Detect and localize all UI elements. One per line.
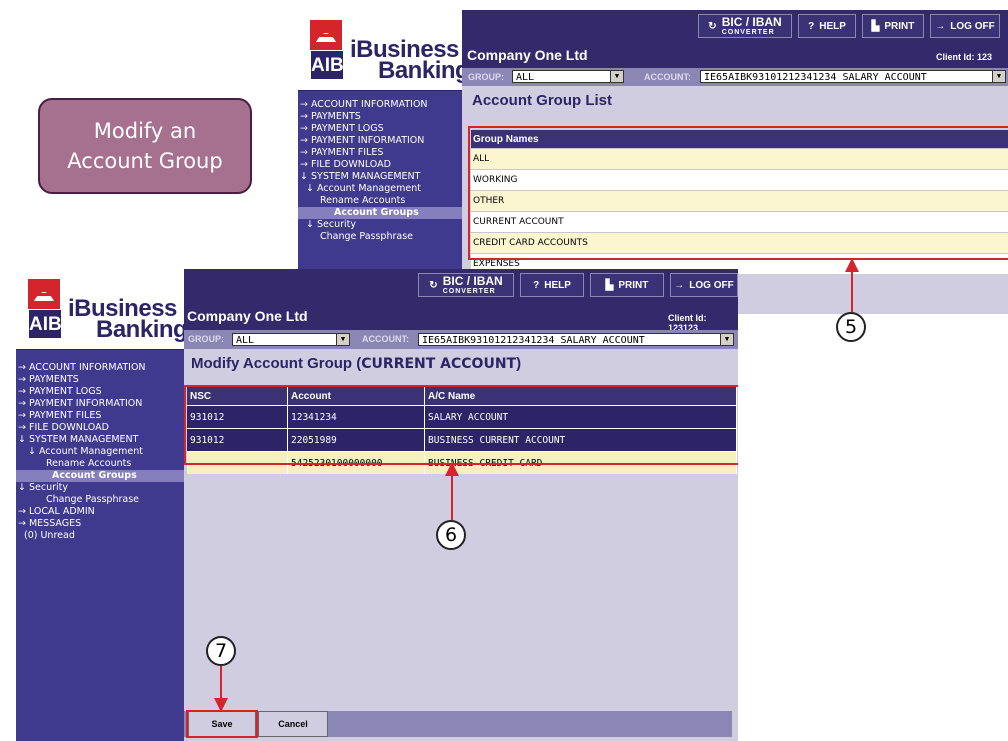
refresh-icon: ↻: [708, 20, 717, 32]
group-label: GROUP:: [188, 334, 224, 344]
bic-iban-converter-button[interactable]: ↻ BIC / IBAN CONVERTER: [698, 14, 792, 38]
arrow-right-icon: →: [935, 20, 946, 32]
sidebar-item-payment-information[interactable]: → PAYMENT INFORMATION: [16, 398, 184, 410]
step-7-marker: 7: [206, 636, 236, 666]
print-button[interactable]: ▙ PRINT: [862, 14, 924, 38]
arrow-up-icon: [845, 258, 859, 312]
question-icon: ?: [808, 20, 815, 32]
sidebar-item-security[interactable]: ↓ Security: [16, 482, 184, 494]
help-button[interactable]: ? HELP: [798, 14, 856, 38]
sidebar-item-system-management[interactable]: ↓ SYSTEM MANAGEMENT: [298, 171, 462, 183]
account-label: ACCOUNT:: [362, 334, 409, 344]
question-icon: ?: [533, 279, 540, 291]
sidebar-item-rename-accounts[interactable]: Rename Accounts: [298, 195, 462, 207]
chevron-down-icon: ▼: [992, 71, 1005, 82]
top-toolbar: ↻ BIC / IBAN CONVERTER ? HELP ▙ PRINT → LOG …: [184, 269, 738, 303]
document-icon: ▙: [605, 279, 614, 291]
brand-line-2: Banking: [378, 57, 470, 84]
sidebar-item-payment-information[interactable]: → PAYMENT INFORMATION: [298, 135, 462, 147]
group-select[interactable]: ALL ▼: [232, 333, 350, 346]
chevron-down-icon: ▼: [720, 334, 733, 345]
account-select[interactable]: IE65AIBK93101212341234 SALARY ACCOUNT ▼: [418, 333, 734, 346]
filter-bar: GROUP: ALL ▼ ACCOUNT: IE65AIBK93101212341…: [184, 330, 738, 349]
sidebar-item-local-admin[interactable]: → LOCAL ADMIN: [16, 506, 184, 518]
highlight-box-group-list: [468, 126, 1008, 260]
sidebar-item-file-download[interactable]: → FILE DOWNLOAD: [298, 159, 462, 171]
aib-logo-text: AIB: [28, 309, 62, 339]
account-label: ACCOUNT:: [644, 72, 691, 82]
top-toolbar: ↻ BIC / IBAN CONVERTER ? HELP ▙ PRINT → LOG …: [462, 10, 1008, 44]
sidebar-item-account-management[interactable]: ↓ Account Management: [16, 446, 184, 458]
refresh-icon: ↻: [429, 279, 438, 291]
sidebar-item-change-passphrase[interactable]: Change Passphrase: [298, 231, 462, 243]
sidebar-item-account-information[interactable]: → ACCOUNT INFORMATION: [298, 99, 462, 111]
sidebar-item-account-information[interactable]: → ACCOUNT INFORMATION: [16, 362, 184, 374]
sidebar-item-payments[interactable]: → PAYMENTS: [16, 374, 184, 386]
arrow-down-icon: [214, 666, 228, 712]
page-title: Account Group List: [472, 92, 612, 109]
sidebar-item-payment-logs[interactable]: → PAYMENT LOGS: [298, 123, 462, 135]
aib-ark-icon: [310, 20, 342, 50]
sidebar-item-security[interactable]: ↓ Security: [298, 219, 462, 231]
group-name: CURRENT ACCOUNT: [361, 356, 517, 372]
sidebar-item-system-management[interactable]: ↓ SYSTEM MANAGEMENT: [16, 434, 184, 446]
button-bar: Save Cancel: [184, 711, 732, 737]
sidebar-item-payments[interactable]: → PAYMENTS: [298, 111, 462, 123]
filter-bar: GROUP: ALL ▼ ACCOUNT: IE65AIBK93101212341…: [462, 68, 1008, 86]
group-label: GROUP:: [468, 72, 504, 82]
company-name: Company One Ltd: [187, 308, 308, 324]
sidebar-item-payment-logs[interactable]: → PAYMENT LOGS: [16, 386, 184, 398]
arrow-right-icon: →: [674, 279, 685, 291]
sidebar-item-account-management[interactable]: ↓ Account Management: [298, 183, 462, 195]
sidebar-item-messages[interactable]: → MESSAGES: [16, 518, 184, 530]
sidebar: → ACCOUNT INFORMATION → PAYMENTS → PAYME…: [16, 350, 184, 741]
aib-logo-text: AIB: [310, 50, 344, 80]
highlight-box-save: [186, 710, 258, 738]
cancel-button[interactable]: Cancel: [258, 711, 328, 737]
log-off-button[interactable]: → LOG OFF: [670, 273, 738, 297]
client-id: Client Id: 123: [936, 52, 993, 62]
step-6-marker: 6: [436, 520, 466, 550]
bic-iban-converter-button[interactable]: ↻ BIC / IBAN CONVERTER: [418, 273, 514, 297]
page-title: Modify Account Group (CURRENT ACCOUNT): [191, 355, 522, 372]
chevron-down-icon: ▼: [336, 334, 349, 345]
company-name: Company One Ltd: [467, 47, 588, 63]
log-off-button[interactable]: → LOG OFF: [930, 14, 1000, 38]
brand-line-2: Banking: [96, 316, 188, 343]
print-button[interactable]: ▙ PRINT: [590, 273, 664, 297]
company-bar: Company One Ltd Client Id: 123: [462, 44, 1008, 68]
sidebar-item-account-groups[interactable]: Account Groups: [298, 207, 462, 219]
sidebar-item-change-passphrase[interactable]: Change Passphrase: [16, 494, 184, 506]
highlight-box-accounts: [184, 385, 738, 465]
sidebar-item-payment-files[interactable]: → PAYMENT FILES: [298, 147, 462, 159]
sidebar-item-payment-files[interactable]: → PAYMENT FILES: [16, 410, 184, 422]
arrow-up-icon: [445, 462, 459, 520]
document-icon: ▙: [871, 20, 880, 32]
sidebar-item-unread[interactable]: (0) Unread: [16, 530, 184, 542]
sidebar-item-account-groups[interactable]: Account Groups: [16, 470, 184, 482]
callout-line-1: Modify an: [93, 119, 197, 143]
sidebar-item-rename-accounts[interactable]: Rename Accounts: [16, 458, 184, 470]
callout-line-2: Account Group: [67, 149, 223, 173]
step-5-marker: 5: [836, 312, 866, 342]
group-select[interactable]: ALL ▼: [512, 70, 624, 83]
callout-box: Modify an Account Group: [38, 98, 252, 194]
company-bar: Company One Ltd Client Id: 123123: [184, 303, 738, 333]
aib-ark-icon: [28, 279, 60, 309]
account-select[interactable]: IE65AIBK93101212341234 SALARY ACCOUNT ▼: [700, 70, 1006, 83]
sidebar-item-file-download[interactable]: → FILE DOWNLOAD: [16, 422, 184, 434]
chevron-down-icon: ▼: [610, 71, 623, 82]
logo-panel: AIB iBusiness Banking: [298, 10, 470, 91]
modify-account-group-window: AIB iBusiness Banking ↻ BIC / IBAN CONVER…: [16, 269, 738, 741]
help-button[interactable]: ? HELP: [520, 273, 584, 297]
logo-panel: AIB iBusiness Banking: [16, 269, 188, 350]
